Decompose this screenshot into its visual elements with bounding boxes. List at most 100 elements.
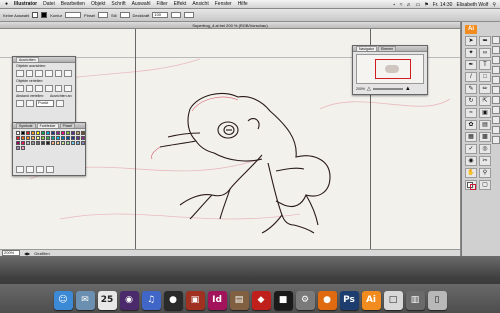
menu-schrift[interactable]: Schrift: [111, 1, 125, 7]
lasso-tool-icon[interactable]: ∞: [479, 48, 491, 58]
menu-bearbeiten[interactable]: Bearbeiten: [61, 1, 85, 7]
menu-objekt[interactable]: Objekt: [91, 1, 105, 7]
distribute-left-button[interactable]: [45, 85, 53, 92]
tab-symbole[interactable]: Symbole: [16, 123, 36, 128]
graphic-styles-icon[interactable]: [492, 126, 500, 134]
swatch-kinds-icon[interactable]: [26, 166, 34, 173]
align-top-button[interactable]: [45, 70, 53, 77]
swatch-18[interactable]: [36, 136, 40, 140]
distribute-right-button[interactable]: [64, 85, 73, 92]
swatch-4[interactable]: [36, 131, 40, 135]
gradient-tool-icon[interactable]: ▩: [479, 132, 491, 142]
blend-tool-icon[interactable]: ◎: [479, 144, 491, 154]
rotate-tool-icon[interactable]: ↻: [465, 96, 477, 106]
swatch-12[interactable]: [76, 131, 80, 135]
hand-tool-icon[interactable]: ✋: [465, 168, 477, 178]
flag-icon[interactable]: ⚑: [424, 2, 428, 8]
navigator-zoom-value[interactable]: 200%: [356, 87, 365, 91]
live-paint-tool-icon[interactable]: ◉: [465, 156, 477, 166]
fill-swatch[interactable]: [32, 12, 39, 18]
dvd-icon[interactable]: ●: [163, 291, 183, 310]
preview-icon[interactable]: ▤: [229, 291, 249, 310]
zoom-in-icon[interactable]: ▲: [405, 86, 411, 92]
direct-selection-tool-icon[interactable]: ➥: [479, 36, 491, 46]
eyedropper-tool-icon[interactable]: ✓: [465, 144, 477, 154]
tab-ebenen[interactable]: Ebenen: [377, 46, 397, 51]
photoshop-icon[interactable]: Ps: [339, 291, 359, 310]
deckkraft-field[interactable]: 100: [152, 12, 169, 18]
mesh-tool-icon[interactable]: ▦: [465, 132, 477, 142]
swatch-37[interactable]: [61, 141, 65, 145]
align-left-button[interactable]: [16, 70, 24, 77]
swatch-42[interactable]: [16, 146, 20, 150]
color-guide-icon[interactable]: [492, 46, 500, 54]
document-icon[interactable]: □: [383, 291, 403, 310]
menu-ansicht[interactable]: Ansicht: [192, 1, 208, 7]
menu-datei[interactable]: Datei: [43, 1, 55, 7]
swatch-6[interactable]: [46, 131, 50, 135]
magic-wand-tool-icon[interactable]: ✦: [465, 48, 477, 58]
brush-tool-icon[interactable]: ✎: [465, 84, 477, 94]
align-right-button[interactable]: [35, 70, 44, 77]
distribute-bottom-button[interactable]: [35, 85, 44, 92]
free-transform-tool-icon[interactable]: ▣: [479, 108, 491, 118]
app-menu[interactable]: Illustrator: [14, 1, 37, 7]
transform-dropdown[interactable]: [184, 12, 195, 18]
navigator-zoom-slider[interactable]: [372, 88, 403, 90]
swatch-library-icon[interactable]: [16, 166, 24, 173]
photo-booth-icon[interactable]: ◉: [119, 291, 139, 310]
align-to-button[interactable]: [56, 100, 64, 107]
menu-user[interactable]: Elisabeth Wolf: [456, 2, 488, 8]
swatch-32[interactable]: [36, 141, 40, 145]
selection-tool-icon[interactable]: ➤: [465, 36, 477, 46]
swatch-40[interactable]: [76, 141, 80, 145]
tab-farbfelder[interactable]: Farbfelder: [36, 123, 59, 128]
system-preferences-icon[interactable]: ⚙: [295, 291, 315, 310]
graph-tool-icon[interactable]: ▤: [479, 120, 491, 130]
navigator-preview[interactable]: [356, 54, 424, 84]
align-vcenter-button[interactable]: [54, 70, 63, 77]
transparency-panel-icon[interactable]: [492, 106, 500, 114]
terminal-icon[interactable]: ■: [273, 291, 293, 310]
swatch-5[interactable]: [41, 131, 45, 135]
canvas-area[interactable]: Ausrichten Objekte ausrichten: Objekte v…: [0, 29, 460, 249]
swatch-27[interactable]: [81, 136, 85, 140]
align-hcenter-button[interactable]: [25, 70, 34, 77]
apple-menu-icon[interactable]: ●: [5, 1, 8, 7]
swatch-2[interactable]: [26, 131, 30, 135]
line-tool-icon[interactable]: /: [465, 72, 477, 82]
photos-icon[interactable]: ▣: [185, 291, 205, 310]
illustrator-icon[interactable]: Ai: [361, 291, 381, 310]
swatch-11[interactable]: [71, 131, 75, 135]
downloads-icon[interactable]: ▥: [405, 291, 425, 310]
bluetooth-icon[interactable]: ⋆: [393, 2, 396, 8]
symbol-sprayer-tool-icon[interactable]: ✿: [465, 120, 477, 130]
swatch-26[interactable]: [76, 136, 80, 140]
swatch-36[interactable]: [56, 141, 60, 145]
calendar-icon[interactable]: 25: [97, 291, 117, 310]
swatch-41[interactable]: [81, 141, 85, 145]
delete-swatch-icon[interactable]: [46, 166, 54, 173]
acrobat-icon[interactable]: ◆: [251, 291, 271, 310]
swatch-29[interactable]: [21, 141, 25, 145]
swatch-28[interactable]: [16, 141, 20, 145]
tab-ausrichten[interactable]: Ausrichten: [16, 57, 39, 62]
distribute-top-button[interactable]: [16, 85, 24, 92]
swatch-33[interactable]: [41, 141, 45, 145]
space-horizontal-button[interactable]: [26, 100, 34, 107]
new-swatch-icon[interactable]: [36, 166, 44, 173]
trash-icon[interactable]: ▯: [427, 291, 447, 310]
swatch-35[interactable]: [51, 141, 55, 145]
brushes-panel-icon[interactable]: [492, 66, 500, 74]
status-info[interactable]: Gezillfen: [34, 251, 50, 256]
swatch-43[interactable]: [21, 146, 25, 150]
swatch-34[interactable]: [46, 141, 50, 145]
swatch-22[interactable]: [56, 136, 60, 140]
menu-clock[interactable]: Fr. 14:30: [433, 2, 453, 8]
align-bottom-button[interactable]: [64, 70, 73, 77]
swatch-14[interactable]: [16, 136, 20, 140]
wifi-icon[interactable]: ≈: [400, 2, 403, 8]
swatch-24[interactable]: [66, 136, 70, 140]
fill-stroke-icon[interactable]: [465, 180, 477, 190]
swatch-17[interactable]: [31, 136, 35, 140]
